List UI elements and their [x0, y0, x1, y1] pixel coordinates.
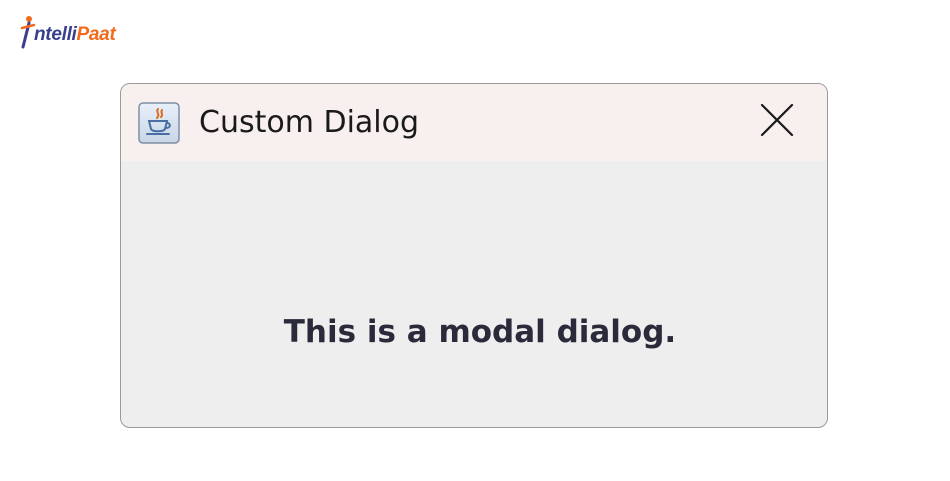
logo-text: ntelliPaat: [34, 24, 116, 46]
logo-text-prefix: ntelli: [34, 24, 77, 45]
intellipaat-logo: ntelliPaat: [20, 14, 116, 50]
custom-dialog-window: Custom Dialog This is a modal dialog.: [120, 83, 828, 428]
logo-text-suffix: Paat: [76, 24, 116, 45]
close-button[interactable]: [757, 100, 797, 140]
close-icon: [760, 103, 794, 137]
dialog-content: This is a modal dialog.: [121, 161, 827, 427]
dialog-message: This is a modal dialog.: [283, 314, 677, 350]
dialog-titlebar[interactable]: Custom Dialog: [121, 84, 827, 161]
dialog-title: Custom Dialog: [199, 105, 420, 140]
java-coffee-icon: [138, 101, 180, 144]
